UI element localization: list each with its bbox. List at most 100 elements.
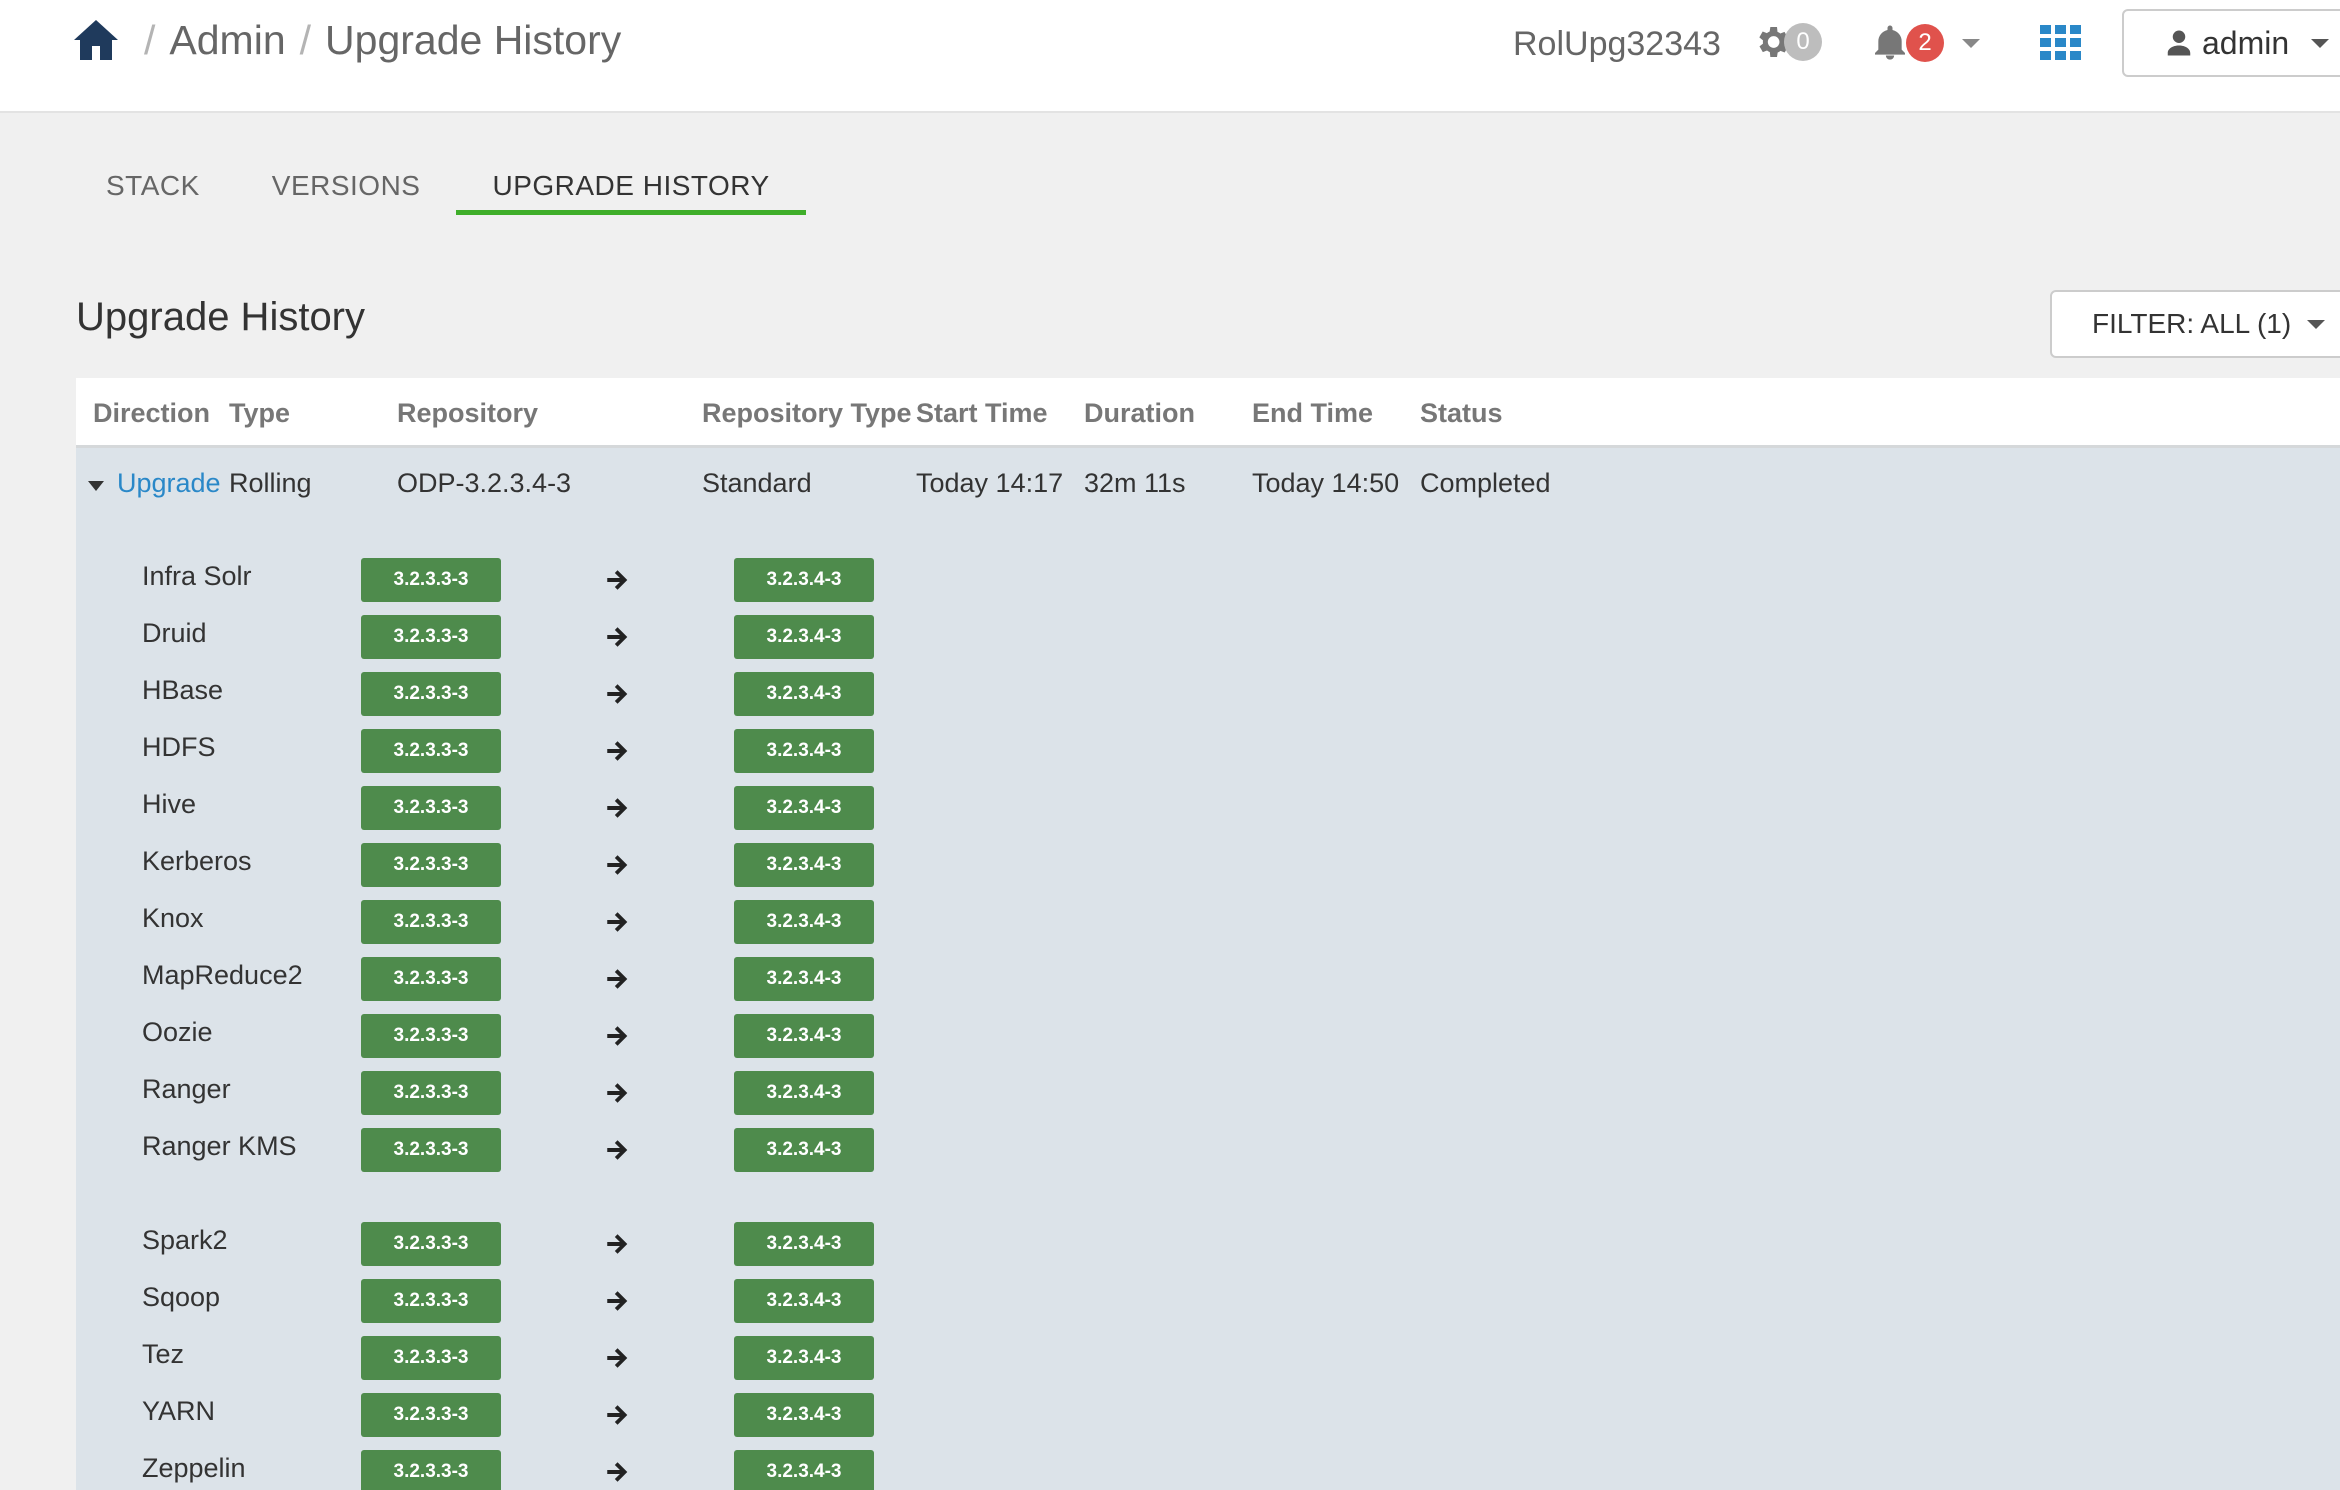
home-icon[interactable] <box>72 16 120 64</box>
chevron-down-icon <box>1962 38 1980 48</box>
arrow-right-icon <box>604 1345 630 1371</box>
service-row: Druid 3.2.3.3-3 3.2.3.4-3 <box>76 615 976 672</box>
service-name: MapReduce2 <box>142 960 303 990</box>
breadcrumb-separator: / <box>299 16 312 63</box>
service-name: Hive <box>142 789 197 819</box>
to-version-badge: 3.2.3.4-3 <box>734 957 874 1001</box>
arrow-right-icon <box>604 567 630 593</box>
chevron-down-icon <box>2307 319 2326 329</box>
arrow-right-icon <box>604 1023 630 1049</box>
column-header-repository[interactable]: Repository <box>397 398 538 429</box>
service-name: Ranger KMS <box>142 1131 297 1161</box>
service-row: Kerberos 3.2.3.3-3 3.2.3.4-3 <box>76 843 976 900</box>
breadcrumb: / Admin / Upgrade History <box>72 16 621 64</box>
service-name: Knox <box>142 903 204 933</box>
to-version-badge: 3.2.3.4-3 <box>734 729 874 773</box>
service-row: HBase 3.2.3.3-3 3.2.3.4-3 <box>76 672 976 729</box>
direction-link[interactable]: Upgrade <box>117 468 221 499</box>
column-header-start-time[interactable]: Start Time <box>916 398 1048 429</box>
service-row: Zeppelin 3.2.3.3-3 3.2.3.4-3 <box>76 1450 976 1490</box>
service-name: Tez <box>142 1339 185 1369</box>
breadcrumb-admin[interactable]: Admin <box>169 17 285 64</box>
user-menu-label: admin <box>2202 24 2290 61</box>
cell-duration: 32m 11s <box>1084 468 1186 498</box>
arrow-right-icon <box>604 1231 630 1257</box>
service-row: Spark2 3.2.3.3-3 3.2.3.4-3 <box>76 1222 976 1279</box>
table-row[interactable]: Upgrade Rolling ODP-3.2.3.4-3 Standard T… <box>76 448 2340 524</box>
to-version-badge: 3.2.3.4-3 <box>734 1336 874 1380</box>
arrow-right-icon <box>604 966 630 992</box>
service-name: HDFS <box>142 732 216 762</box>
arrow-right-icon <box>604 1402 630 1428</box>
filter-dropdown[interactable]: FILTER: ALL (1) <box>2050 290 2340 358</box>
from-version-badge: 3.2.3.3-3 <box>361 1336 501 1380</box>
arrow-right-icon <box>604 909 630 935</box>
arrow-right-icon <box>604 738 630 764</box>
cell-repository: ODP-3.2.3.4-3 <box>397 468 572 498</box>
column-header-duration[interactable]: Duration <box>1084 398 1195 429</box>
from-version-badge: 3.2.3.3-3 <box>361 1014 501 1058</box>
service-name: Spark2 <box>142 1225 228 1255</box>
user-menu-button[interactable]: admin <box>2122 9 2340 77</box>
service-name: Kerberos <box>142 846 252 876</box>
tab-stack[interactable]: STACK <box>70 150 236 215</box>
to-version-badge: 3.2.3.4-3 <box>734 672 874 716</box>
service-row: Ranger KMS 3.2.3.3-3 3.2.3.4-3 <box>76 1128 976 1222</box>
table-header: Direction Type Repository Repository Typ… <box>76 378 2340 448</box>
to-version-badge: 3.2.3.4-3 <box>734 1128 874 1172</box>
from-version-badge: 3.2.3.3-3 <box>361 1450 501 1490</box>
to-version-badge: 3.2.3.4-3 <box>734 615 874 659</box>
service-row: YARN 3.2.3.3-3 3.2.3.4-3 <box>76 1393 976 1450</box>
cell-start-time: Today 14:17 <box>916 468 1064 498</box>
tab-upgrade-history[interactable]: UPGRADE HISTORY <box>456 150 806 215</box>
to-version-badge: 3.2.3.4-3 <box>734 1393 874 1437</box>
alerts-indicator[interactable]: 2 <box>1870 22 1980 64</box>
apps-grid-icon[interactable] <box>2040 25 2082 61</box>
cluster-name[interactable]: RolUpg32343 <box>1513 25 1721 64</box>
arrow-right-icon <box>604 1137 630 1163</box>
service-row: HDFS 3.2.3.3-3 3.2.3.4-3 <box>76 729 976 786</box>
service-row: Tez 3.2.3.3-3 3.2.3.4-3 <box>76 1336 976 1393</box>
to-version-badge: 3.2.3.4-3 <box>734 843 874 887</box>
from-version-badge: 3.2.3.3-3 <box>361 1393 501 1437</box>
background-ops-indicator[interactable]: 0 <box>1752 22 1822 62</box>
user-icon <box>2167 30 2191 56</box>
alerts-count-badge: 2 <box>1906 24 1944 62</box>
column-header-type[interactable]: Type <box>229 398 290 429</box>
to-version-badge: 3.2.3.4-3 <box>734 1071 874 1115</box>
breadcrumb-current: Upgrade History <box>325 16 622 63</box>
from-version-badge: 3.2.3.3-3 <box>361 615 501 659</box>
service-row: Knox 3.2.3.3-3 3.2.3.4-3 <box>76 900 976 957</box>
service-version-list: Infra Solr 3.2.3.3-3 3.2.3.4-3 Druid 3.2.3.3… <box>76 558 976 1490</box>
from-version-badge: 3.2.3.3-3 <box>361 786 501 830</box>
cell-status: Completed <box>1420 468 1551 498</box>
to-version-badge: 3.2.3.4-3 <box>734 1014 874 1058</box>
column-header-status[interactable]: Status <box>1420 398 1503 429</box>
column-header-repository-type[interactable]: Repository Type <box>702 398 912 429</box>
service-name: HBase <box>142 675 224 705</box>
from-version-badge: 3.2.3.3-3 <box>361 558 501 602</box>
service-row: Hive 3.2.3.3-3 3.2.3.4-3 <box>76 786 976 843</box>
arrow-right-icon <box>604 1288 630 1314</box>
column-header-direction[interactable]: Direction <box>93 398 210 429</box>
service-name: Infra Solr <box>142 561 252 591</box>
arrow-right-icon <box>604 681 630 707</box>
service-row: Sqoop 3.2.3.3-3 3.2.3.4-3 <box>76 1279 976 1336</box>
service-name: Oozie <box>142 1017 213 1047</box>
from-version-badge: 3.2.3.3-3 <box>361 1071 501 1115</box>
top-navbar: / Admin / Upgrade History RolUpg32343 0 … <box>0 0 2340 113</box>
page-title: Upgrade History <box>76 295 366 339</box>
column-header-end-time[interactable]: End Time <box>1252 398 1373 429</box>
arrow-right-icon <box>604 624 630 650</box>
from-version-badge: 3.2.3.3-3 <box>361 957 501 1001</box>
cell-end-time: Today 14:50 <box>1252 468 1400 498</box>
breadcrumb-separator: / <box>144 16 156 63</box>
table-body: Upgrade Rolling ODP-3.2.3.4-3 Standard T… <box>76 448 2340 1490</box>
service-row: Oozie 3.2.3.3-3 3.2.3.4-3 <box>76 1014 976 1071</box>
from-version-badge: 3.2.3.3-3 <box>361 900 501 944</box>
tab-versions[interactable]: VERSIONS <box>236 150 457 215</box>
expand-caret-icon[interactable] <box>88 481 104 491</box>
to-version-badge: 3.2.3.4-3 <box>734 1222 874 1266</box>
arrow-right-icon <box>604 852 630 878</box>
service-name: Zeppelin <box>142 1453 246 1483</box>
